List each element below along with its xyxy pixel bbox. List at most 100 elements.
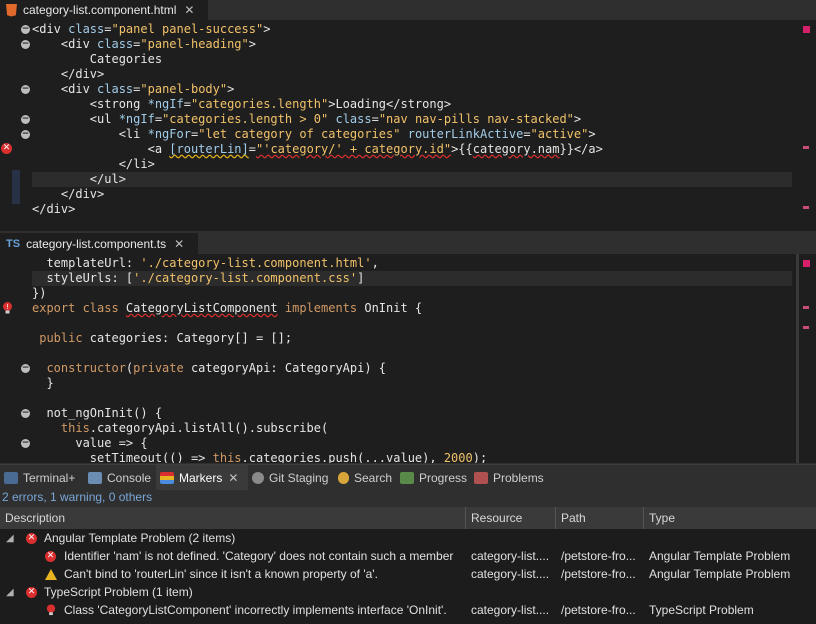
code-line: }) [32,286,47,300]
table-header: Description Resource Path Type [0,507,816,529]
overview-ruler[interactable] [794,20,816,231]
fold-collapse-icon[interactable]: − [21,25,30,34]
column-path[interactable]: Path [561,507,586,529]
tab-label: Console [107,471,152,485]
column-divider[interactable] [555,507,556,529]
marker-path: /petstore-fro... [561,603,636,617]
code-line: ! export class CategoryListComponent impl… [0,301,792,316]
marker-resource: category-list.... [471,549,550,563]
collapse-icon[interactable]: ◢ [6,529,14,548]
html-editor-tabbar: category-list.component.html ✕ [0,0,816,20]
console-icon [88,472,102,484]
overview-ruler[interactable] [794,254,816,463]
current-line: </ul> [32,172,792,187]
svg-text:!: ! [6,303,9,311]
marker-path: /petstore-fro... [561,567,636,581]
ruler-mark[interactable] [803,146,809,149]
error-marker-icon[interactable]: ✕ [1,143,12,154]
code-line: </div> [32,67,105,81]
tab-label: Markers [179,471,223,485]
ruler-mark[interactable] [803,206,809,209]
tab-html-file[interactable]: category-list.component.html ✕ [0,0,208,20]
code-line: templateUrl: './category-list.component.… [32,256,379,270]
fold-collapse-icon[interactable]: − [21,409,30,418]
tab-label: Progress [419,471,468,485]
error-summary-icon[interactable] [803,260,810,267]
close-icon[interactable]: ✕ [228,471,238,485]
typescript-icon: TS [6,237,21,250]
git-icon [252,472,264,484]
code-line: </li> [32,157,155,171]
error-bulb-icon[interactable]: ! [1,301,14,315]
marker-row[interactable]: ✕ Identifier 'nam' is not defined. 'Cate… [0,547,816,566]
group-label: Angular Template Problem (2 items) [44,531,236,545]
code-line: this.categoryApi.listAll().subscribe( [32,421,329,435]
collapse-icon[interactable]: ◢ [6,583,14,602]
code-line: − <div class="panel-heading"> [21,37,256,51]
tab-ts-file[interactable]: TS category-list.component.ts ✕ [0,233,198,254]
html5-icon [6,3,17,17]
tab-label: Problems [493,471,544,485]
error-summary-icon[interactable] [803,26,810,33]
markers-icon [160,472,174,484]
progress-icon [400,472,414,484]
fold-collapse-icon[interactable]: − [21,439,30,448]
code-line: − not_ngOnInit() { [21,406,163,420]
code-line: </div> [32,202,76,216]
column-resource[interactable]: Resource [471,507,522,529]
marker-resource: category-list.... [471,567,550,581]
marker-row[interactable]: Class 'CategoryListComponent' incorrectl… [0,601,816,620]
search-icon [338,472,349,484]
code-line: − <div class="panel panel-success"> [21,22,271,36]
tab-terminal[interactable]: Terminal+ [4,465,75,491]
group-label: TypeScript Problem (1 item) [44,585,193,599]
terminal-icon [4,472,18,484]
column-divider[interactable] [643,507,644,529]
marker-description: Class 'CategoryListComponent' incorrectl… [64,603,447,617]
markers-table[interactable]: Description Resource Path Type ◢ ✕ Angul… [0,507,816,624]
scrollbar-track[interactable] [796,254,799,463]
fold-collapse-icon[interactable]: − [21,85,30,94]
tab-label: Terminal+ [23,471,76,485]
ts-editor-tabbar: TS category-list.component.ts ✕ [0,233,816,254]
tab-problems[interactable]: Problems [474,465,544,491]
tab-git-staging[interactable]: Git Staging [252,465,328,491]
tab-console[interactable]: Console [88,465,151,491]
tab-title: category-list.component.ts [26,236,167,251]
fold-collapse-icon[interactable]: − [21,40,30,49]
column-divider[interactable] [465,507,466,529]
bottom-views-tabbar: Terminal+ Console Markers ✕ Git Staging S… [0,464,816,491]
ts-editor[interactable]: templateUrl: './category-list.component.… [0,254,816,463]
marker-group[interactable]: ◢ ✕ Angular Template Problem (2 items) [0,529,816,548]
ruler-mark[interactable] [803,326,809,329]
tab-search[interactable]: Search [338,465,392,491]
code-line: </div> [32,187,105,201]
tab-title: category-list.component.html [23,3,177,17]
tab-progress[interactable]: Progress [400,465,467,491]
marker-description: Identifier 'nam' is not defined. 'Catego… [64,549,454,563]
ruler-mark[interactable] [803,306,809,309]
marker-type: Angular Template Problem [649,549,791,563]
close-icon[interactable]: ✕ [184,3,194,17]
markers-summary: 2 errors, 1 warning, 0 others [0,490,816,506]
marker-description: Can't bind to 'routerLin' since it isn't… [64,567,378,581]
tab-label: Search [354,471,393,485]
marker-resource: category-list.... [471,603,550,617]
code-line: <strong *ngIf="categories.length">Loadin… [32,97,452,111]
fold-collapse-icon[interactable]: − [21,364,30,373]
column-type[interactable]: Type [649,507,675,529]
column-description[interactable]: Description [5,507,65,529]
code-line: ✕ <a [routerLin]="'category/' + category… [1,142,603,156]
fold-collapse-icon[interactable]: − [21,115,30,124]
tab-markers[interactable]: Markers ✕ [156,465,248,491]
html-editor[interactable]: − <div class="panel panel-success"> − <di… [0,20,816,231]
current-line: styleUrls: ['./category-list.component.c… [32,271,792,286]
marker-row[interactable]: Can't bind to 'routerLin' since it isn't… [0,565,816,584]
code-line: − <ul *ngIf="categories.length > 0" clas… [21,112,582,126]
code-line: public categories: Category[] = []; [32,331,293,345]
error-bulb-icon [45,603,57,623]
marker-group[interactable]: ◢ ✕ TypeScript Problem (1 item) [0,583,816,602]
close-icon[interactable]: ✕ [174,237,184,251]
fold-collapse-icon[interactable]: − [21,130,30,139]
problems-icon [474,472,488,484]
